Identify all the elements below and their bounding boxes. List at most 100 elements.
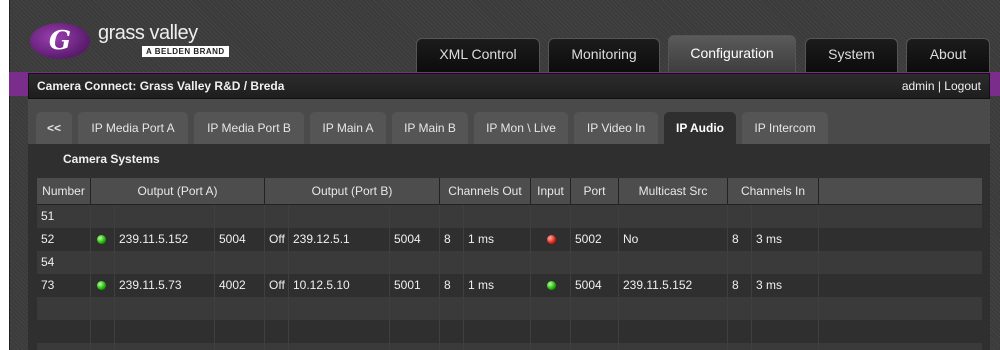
cell-ch-in	[728, 343, 752, 350]
page-title: Camera Connect: Grass Valley R&D / Breda	[37, 79, 285, 93]
header-bar: Camera Connect: Grass Valley R&D / Breda…	[28, 73, 990, 99]
cell-ch-out-delay	[464, 205, 531, 228]
cell-ch-in-delay	[752, 251, 819, 274]
cell-a-status	[91, 343, 115, 350]
cell-b-port	[390, 297, 440, 320]
tab-ip-main-b[interactable]: IP Main B	[392, 112, 468, 144]
cell-filler	[819, 251, 982, 274]
cell-a-status	[91, 205, 115, 228]
col-channels-out: Channels Out	[440, 178, 531, 205]
table-row[interactable]: 52 239.11.5.152 5004 Off 239.12.5.1 5004 8 1 ms…	[37, 228, 982, 251]
cell-number	[37, 320, 91, 343]
cell-a-status	[91, 274, 115, 297]
tab-back[interactable]: <<	[36, 112, 72, 144]
cell-a-port	[215, 320, 265, 343]
cell-b-ip	[289, 251, 390, 274]
col-filler	[819, 178, 982, 205]
logo-brand: A BELDEN BRAND	[142, 46, 229, 57]
cell-port	[571, 297, 619, 320]
user-logout-link[interactable]: admin | Logout	[902, 79, 981, 93]
cell-b-ip	[289, 343, 390, 350]
table-header: Number Output (Port A) Output (Port B) C…	[37, 178, 982, 205]
col-multicast-src: Multicast Src	[619, 178, 728, 205]
cell-ch-in	[728, 297, 752, 320]
cell-number: 73	[37, 274, 91, 297]
status-green-icon	[97, 281, 106, 290]
tab-ip-audio[interactable]: IP Audio	[664, 112, 736, 144]
cell-filler	[819, 320, 982, 343]
cell-ch-in: 8	[728, 228, 752, 251]
logo-mark-icon: G	[30, 23, 90, 59]
cell-port: 5004	[571, 274, 619, 297]
cell-mcast	[619, 320, 728, 343]
cell-input	[531, 228, 571, 251]
table-row[interactable]	[37, 343, 982, 350]
cell-ch-out-delay	[464, 251, 531, 274]
cell-input	[531, 205, 571, 228]
cell-number: 54	[37, 251, 91, 274]
cell-b-ip: 239.12.5.1	[289, 228, 390, 251]
cell-ch-out-delay	[464, 297, 531, 320]
cell-ch-out-delay: 1 ms	[464, 228, 531, 251]
cell-b-ip	[289, 297, 390, 320]
cell-mcast: 239.11.5.152	[619, 274, 728, 297]
tab-system[interactable]: System	[805, 38, 898, 72]
cell-a-ip	[115, 320, 215, 343]
col-port: Port	[571, 178, 619, 205]
table-row[interactable]	[37, 320, 982, 343]
status-green-icon	[547, 281, 556, 290]
cell-input	[531, 274, 571, 297]
cell-ch-out-delay: 1 ms	[464, 274, 531, 297]
cell-ch-in-delay	[752, 343, 819, 350]
camera-systems-table: Number Output (Port A) Output (Port B) C…	[37, 178, 982, 350]
tab-ip-mon-live[interactable]: IP Mon \ Live	[474, 112, 568, 144]
cell-input	[531, 343, 571, 350]
tab-about[interactable]: About	[906, 38, 990, 72]
cell-filler	[819, 297, 982, 320]
cell-a-status	[91, 228, 115, 251]
cell-a-ip: 239.11.5.73	[115, 274, 215, 297]
status-green-icon	[97, 235, 106, 244]
tab-ip-intercom[interactable]: IP Intercom	[742, 112, 828, 144]
cell-ch-in-delay	[752, 297, 819, 320]
cell-ch-in-delay: 3 ms	[752, 274, 819, 297]
tab-xml-control[interactable]: XML Control	[416, 38, 540, 72]
cell-b-ip: 10.12.5.10	[289, 274, 390, 297]
table-row[interactable]: 51	[37, 205, 982, 228]
tab-configuration[interactable]: Configuration	[668, 35, 796, 72]
cell-b-port	[390, 205, 440, 228]
tab-ip-media-port-b[interactable]: IP Media Port B	[194, 112, 304, 144]
cell-a-status	[91, 251, 115, 274]
table-row[interactable]: 73 239.11.5.73 4002 Off 10.12.5.10 5001 8 1 ms 5…	[37, 274, 982, 297]
cell-b-state	[265, 205, 289, 228]
tab-ip-main-a[interactable]: IP Main A	[310, 112, 386, 144]
cell-ch-in-delay	[752, 205, 819, 228]
cell-b-state	[265, 251, 289, 274]
cell-mcast: No	[619, 228, 728, 251]
col-output-port-a: Output (Port A)	[91, 178, 265, 205]
table-row[interactable]: 54	[37, 251, 982, 274]
cell-a-ip	[115, 343, 215, 350]
tab-monitoring[interactable]: Monitoring	[548, 38, 660, 72]
cell-port: 5002	[571, 228, 619, 251]
cell-ch-out	[440, 320, 464, 343]
cell-b-state	[265, 297, 289, 320]
cell-ch-in-delay: 3 ms	[752, 228, 819, 251]
tab-ip-video-in[interactable]: IP Video In	[574, 112, 658, 144]
cell-a-status	[91, 297, 115, 320]
cell-ch-out-delay	[464, 343, 531, 350]
cell-a-port	[215, 297, 265, 320]
cell-a-ip	[115, 251, 215, 274]
cell-b-ip	[289, 205, 390, 228]
cell-ch-out	[440, 343, 464, 350]
cell-ch-out: 8	[440, 228, 464, 251]
cell-a-ip	[115, 205, 215, 228]
table-row[interactable]	[37, 297, 982, 320]
cell-a-port: 4002	[215, 274, 265, 297]
tab-ip-media-port-a[interactable]: IP Media Port A	[78, 112, 188, 144]
cell-ch-in: 8	[728, 274, 752, 297]
cell-number: 52	[37, 228, 91, 251]
cell-ch-out	[440, 251, 464, 274]
cell-ch-out-delay	[464, 320, 531, 343]
cell-filler	[819, 205, 982, 228]
